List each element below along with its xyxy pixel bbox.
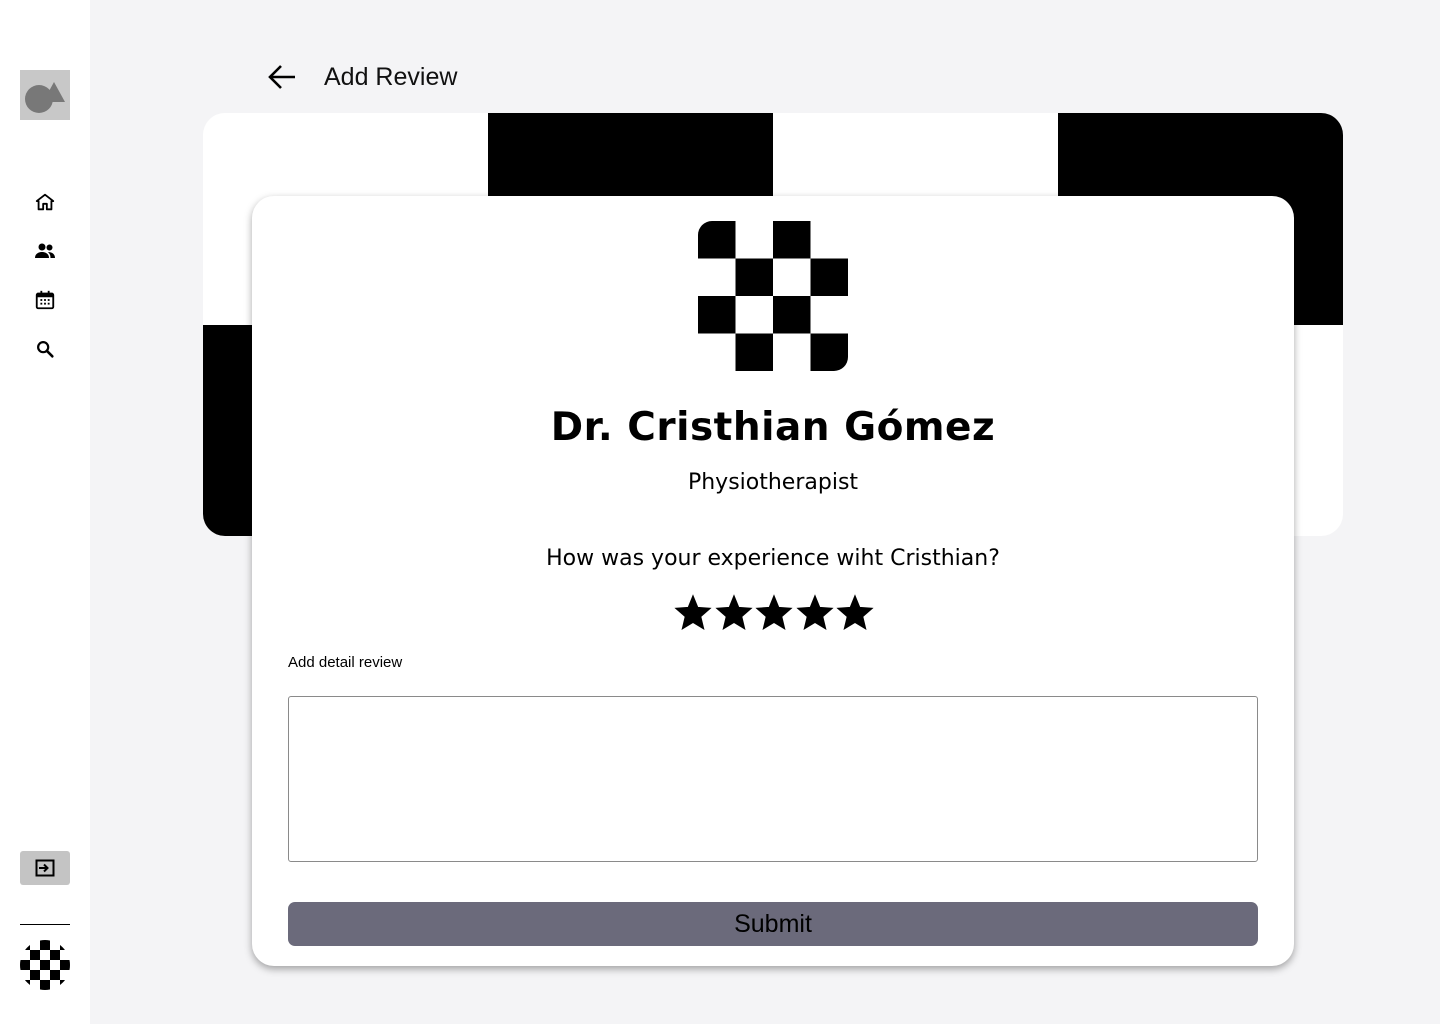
logout-icon xyxy=(35,859,55,877)
sidebar-divider xyxy=(20,924,70,925)
star-icon[interactable] xyxy=(836,594,874,632)
app-logo[interactable] xyxy=(20,70,70,120)
logout-button[interactable] xyxy=(20,851,70,885)
star-icon[interactable] xyxy=(674,594,712,632)
back-button[interactable] xyxy=(266,61,298,93)
sidebar-item-search[interactable] xyxy=(33,337,57,361)
sidebar-item-people[interactable] xyxy=(33,239,57,263)
search-icon xyxy=(37,341,54,358)
star-icon[interactable] xyxy=(795,594,834,632)
doctor-name: Dr. Cristhian Gómez xyxy=(550,405,996,450)
detail-review-label: Add detail review xyxy=(288,654,403,671)
experience-question: How was your experience wiht Cristhian? xyxy=(546,546,1000,571)
sidebar-item-home[interactable] xyxy=(33,190,57,214)
submit-button[interactable]: Submit xyxy=(288,902,1258,946)
arrow-left-icon xyxy=(268,65,295,89)
star-icon[interactable] xyxy=(714,594,753,632)
people-icon xyxy=(35,243,55,258)
user-avatar[interactable] xyxy=(20,940,70,990)
detail-review-input[interactable] xyxy=(288,696,1258,862)
shapes-logo-icon xyxy=(25,82,65,113)
sidebar-item-calendar[interactable] xyxy=(33,288,57,312)
doctor-role: Physiotherapist xyxy=(687,470,859,495)
calendar-icon xyxy=(35,290,55,310)
sidebar xyxy=(0,0,90,1024)
page-title: Add Review xyxy=(324,63,458,91)
review-card: Dr. Cristhian Gómez Physiotherapist How … xyxy=(252,196,1294,966)
doctor-photo xyxy=(698,221,848,371)
star-rating[interactable] xyxy=(674,594,874,636)
home-icon xyxy=(35,193,55,211)
star-icon[interactable] xyxy=(755,594,793,632)
